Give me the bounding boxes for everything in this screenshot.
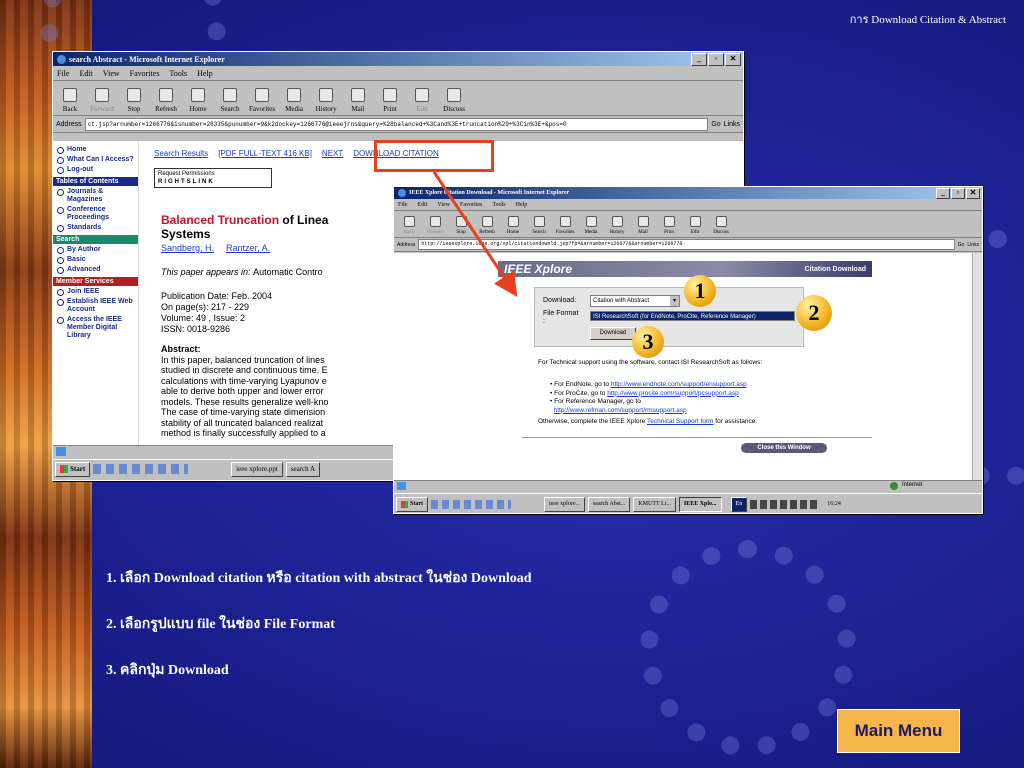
callout-2: 2	[796, 295, 832, 331]
step-3: 3. คลิกปุ่ม Download	[106, 663, 229, 678]
pointer-arrow	[432, 171, 518, 297]
callout-3: 3	[632, 326, 664, 358]
slide: การ Download Citation & Abstract search …	[0, 0, 1024, 768]
step-1: 1. เลือก Download citation หรือ citation…	[106, 571, 532, 586]
step-2: 2. เลือกรูปแบบ file ในช่อง File Format	[106, 617, 335, 632]
callout-1: 1	[684, 275, 716, 307]
arrow-overlay	[432, 171, 518, 297]
main-menu-button[interactable]: Main Menu	[837, 709, 960, 753]
